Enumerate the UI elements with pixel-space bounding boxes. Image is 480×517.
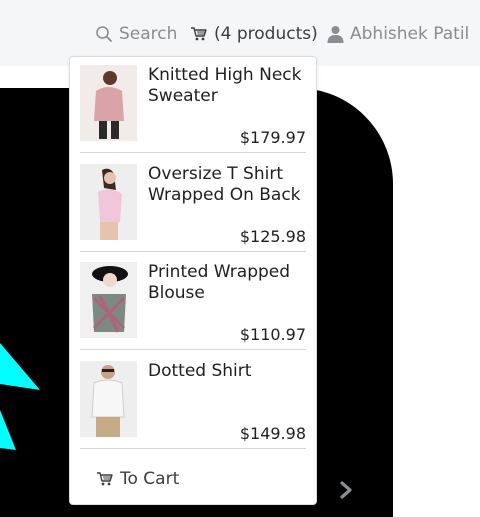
decorative-cyan-shape: [0, 343, 40, 450]
to-cart-button[interactable]: To Cart: [96, 469, 179, 489]
cart-item[interactable]: Dotted Shirt $149.98: [80, 353, 306, 449]
carousel-next-button[interactable]: [336, 479, 356, 501]
product-price: $110.97: [239, 325, 306, 344]
product-thumbnail[interactable]: [80, 164, 137, 240]
cart-item[interactable]: Oversize T Shirt Wrapped On Back $125.98: [80, 156, 306, 252]
cart-item[interactable]: Knitted High Neck Sweater $179.97: [80, 57, 306, 153]
product-thumbnail[interactable]: [80, 361, 137, 437]
item-divider: [80, 251, 306, 252]
cart-count-label: (4 products): [214, 24, 318, 44]
search-icon: [95, 25, 113, 43]
item-divider: [80, 349, 306, 350]
user-icon: [327, 25, 344, 43]
product-name[interactable]: Knitted High Neck Sweater: [148, 65, 308, 107]
cart-dropdown: Knitted High Neck Sweater $179.97 Oversi…: [69, 56, 317, 505]
chevron-right-icon: [339, 480, 353, 500]
cart-icon: [190, 26, 208, 42]
product-name[interactable]: Printed Wrapped Blouse: [148, 262, 308, 304]
to-cart-label: To Cart: [120, 469, 180, 489]
user-name: Abhishek Patil: [350, 24, 470, 44]
item-divider: [80, 152, 306, 153]
search-link[interactable]: Search: [95, 22, 177, 46]
product-thumbnail[interactable]: [80, 262, 137, 338]
product-thumbnail[interactable]: [80, 65, 137, 141]
product-price: $149.98: [239, 424, 306, 443]
product-price: $179.97: [239, 128, 306, 147]
cart-icon: [96, 471, 114, 487]
cart-link[interactable]: (4 products): [190, 22, 318, 46]
item-divider: [80, 448, 306, 449]
search-label: Search: [119, 24, 178, 44]
cart-item[interactable]: Printed Wrapped Blouse $110.97: [80, 254, 306, 350]
product-name[interactable]: Oversize T Shirt Wrapped On Back: [148, 164, 308, 206]
user-menu[interactable]: Abhishek Patil: [327, 22, 469, 46]
product-name[interactable]: Dotted Shirt: [148, 361, 308, 382]
product-price: $125.98: [239, 227, 306, 246]
